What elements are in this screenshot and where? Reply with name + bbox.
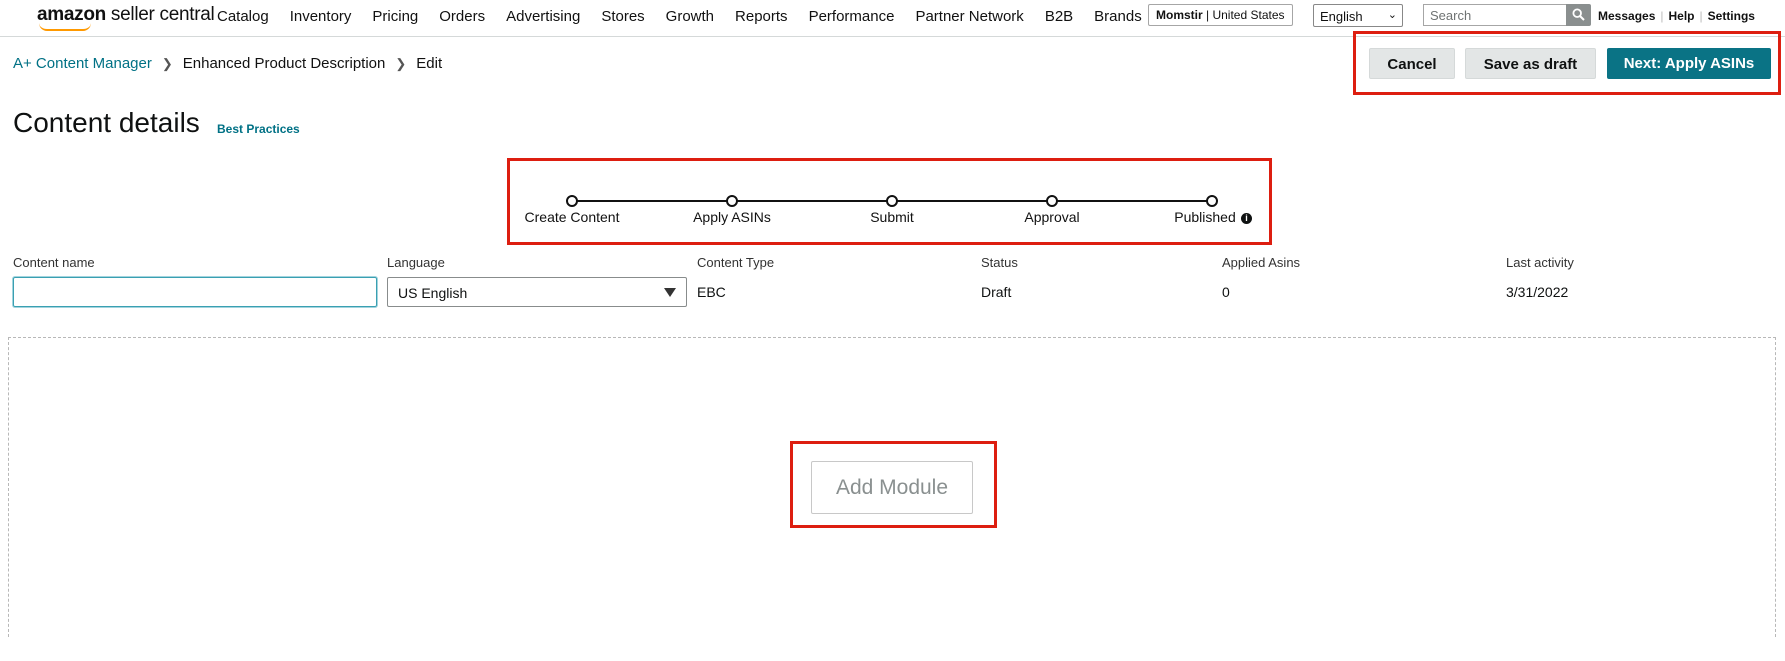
nav-item-advertising[interactable]: Advertising bbox=[506, 8, 580, 25]
nav-item-inventory[interactable]: Inventory bbox=[290, 8, 352, 25]
chevron-right-icon: ❯ bbox=[161, 55, 173, 71]
last-activity-value: 3/31/2022 bbox=[1506, 284, 1569, 300]
search-placeholder: Search bbox=[1430, 8, 1472, 23]
messages-link[interactable]: Messages bbox=[1598, 9, 1655, 23]
nav-item-b2b[interactable]: B2B bbox=[1045, 8, 1073, 25]
caret-down-icon bbox=[664, 288, 676, 297]
page-title: Content details bbox=[13, 107, 200, 138]
last-activity-label: Last activity bbox=[1506, 255, 1574, 270]
status-label: Status bbox=[981, 255, 1018, 270]
step-dot-approval bbox=[1046, 195, 1058, 207]
step-label-approval: Approval bbox=[1024, 209, 1080, 225]
best-practices-link[interactable]: Best Practices bbox=[217, 122, 300, 136]
cancel-button[interactable]: Cancel bbox=[1369, 48, 1455, 79]
search-button[interactable] bbox=[1566, 4, 1591, 26]
utility-links: Messages | Help | Settings bbox=[1598, 9, 1755, 23]
content-type-label: Content Type bbox=[697, 255, 775, 270]
step-label-create-content: Create Content bbox=[524, 209, 620, 225]
divider: | bbox=[1660, 9, 1664, 23]
nav-item-catalog[interactable]: Catalog bbox=[217, 8, 269, 25]
nav-item-orders[interactable]: Orders bbox=[439, 8, 485, 25]
main-nav: Catalog Inventory Pricing Orders Adverti… bbox=[217, 8, 1163, 25]
chevron-right-icon: ❯ bbox=[395, 55, 407, 71]
step-label-published: Published bbox=[1174, 209, 1236, 225]
applied-asins-label: Applied Asins bbox=[1222, 255, 1301, 270]
nav-item-reports[interactable]: Reports bbox=[735, 8, 788, 25]
nav-item-performance[interactable]: Performance bbox=[809, 8, 895, 25]
amazon-smile-icon bbox=[39, 23, 91, 31]
divider: | bbox=[1699, 9, 1703, 23]
language-select[interactable]: US English bbox=[387, 277, 687, 307]
step-label-apply-asins: Apply ASINs bbox=[693, 209, 771, 225]
breadcrumb: A+ Content Manager ❯ Enhanced Product De… bbox=[13, 55, 442, 72]
account-store-name: Momstir bbox=[1156, 8, 1203, 22]
step-label-submit: Submit bbox=[870, 209, 914, 225]
next-apply-asins-button[interactable]: Next: Apply ASINs bbox=[1607, 48, 1771, 79]
breadcrumb-edit: Edit bbox=[416, 55, 443, 72]
info-icon[interactable]: i bbox=[1241, 213, 1252, 224]
add-module-button[interactable]: Add Module bbox=[811, 461, 973, 514]
language-dropdown[interactable]: English ⌄ bbox=[1313, 4, 1403, 27]
account-region: United States bbox=[1212, 8, 1285, 22]
search-icon bbox=[1572, 8, 1585, 21]
step-dot-apply-asins bbox=[726, 195, 738, 207]
language-select-value: US English bbox=[398, 285, 468, 301]
settings-link[interactable]: Settings bbox=[1708, 9, 1755, 23]
seller-central-logo[interactable]: amazon seller central bbox=[37, 4, 215, 31]
status-value: Draft bbox=[981, 284, 1012, 300]
content-name-field[interactable] bbox=[13, 277, 377, 307]
chevron-down-icon: ⌄ bbox=[1387, 9, 1397, 21]
step-dot-submit bbox=[886, 195, 898, 207]
step-dot-create-content bbox=[566, 195, 578, 207]
logo-seller-central-text: seller central bbox=[105, 4, 215, 25]
breadcrumb-a-plus-content-manager[interactable]: A+ Content Manager bbox=[13, 55, 152, 72]
nav-item-partner-network[interactable]: Partner Network bbox=[915, 8, 1023, 25]
nav-item-pricing[interactable]: Pricing bbox=[372, 8, 418, 25]
breadcrumb-enhanced-product-description: Enhanced Product Description bbox=[182, 55, 386, 72]
nav-item-stores[interactable]: Stores bbox=[601, 8, 644, 25]
account-switcher[interactable]: Momstir | United States bbox=[1148, 4, 1293, 26]
save-as-draft-button[interactable]: Save as draft bbox=[1465, 48, 1596, 79]
content-type-value: EBC bbox=[697, 284, 726, 300]
content-name-label: Content name bbox=[13, 255, 95, 270]
nav-item-brands[interactable]: Brands bbox=[1094, 8, 1142, 25]
language-dropdown-value: English bbox=[1320, 9, 1363, 24]
logo-amazon-text: amazon bbox=[37, 4, 106, 25]
search-input[interactable]: Search bbox=[1423, 4, 1575, 26]
nav-item-growth[interactable]: Growth bbox=[666, 8, 714, 25]
help-link[interactable]: Help bbox=[1669, 9, 1695, 23]
step-dot-published bbox=[1206, 195, 1218, 207]
language-label: Language bbox=[387, 255, 445, 270]
applied-asins-value: 0 bbox=[1222, 284, 1230, 300]
